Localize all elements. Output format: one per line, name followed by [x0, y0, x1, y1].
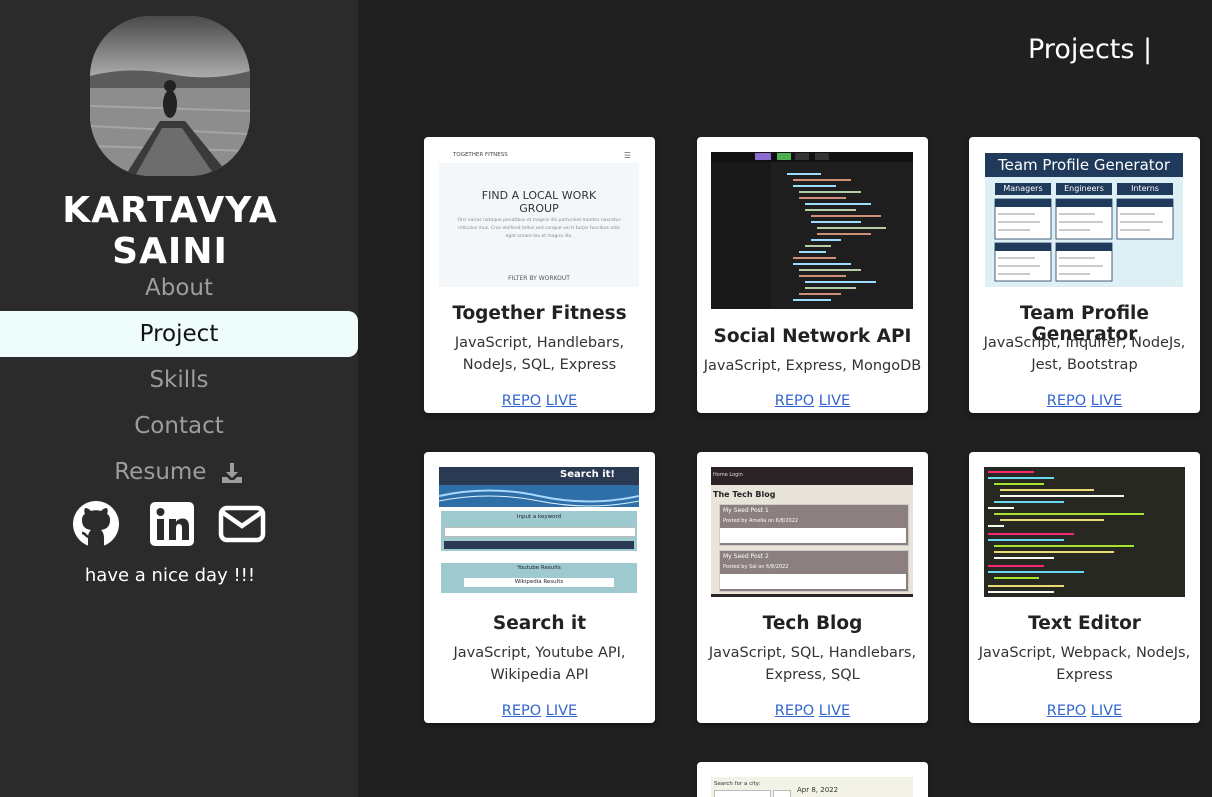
github-icon[interactable] — [72, 500, 120, 548]
project-title: Social Network API — [713, 326, 912, 347]
download-icon — [221, 462, 242, 483]
project-card-together-fitness: TOGETHER FITNESS ☰ FIND A LOCAL WORK GRO… — [424, 137, 655, 413]
profile-name: KARTAVYA SAINI — [62, 190, 278, 272]
live-link[interactable]: LIVE — [546, 703, 577, 719]
repo-link[interactable]: REPO — [502, 393, 541, 409]
nav-item-project[interactable]: Project — [0, 311, 358, 357]
thumb-date: Apr 8, 2022 — [797, 786, 839, 794]
live-link[interactable]: LIVE — [546, 393, 577, 409]
project-links: REPO LIVE — [697, 393, 928, 409]
project-links: REPO LIVE — [969, 703, 1200, 719]
project-links: REPO LIVE — [424, 703, 655, 719]
project-thumbnail: TOGETHER FITNESS ☰ FIND A LOCAL WORK GRO… — [439, 149, 639, 287]
repo-link[interactable]: REPO — [502, 703, 541, 719]
avatar-photo — [90, 16, 250, 176]
email-icon[interactable] — [218, 500, 266, 548]
thumb-youtube-label: Youtube Results — [517, 565, 561, 571]
live-link[interactable]: LIVE — [1091, 703, 1122, 719]
page-title: Projects | — [1028, 34, 1153, 65]
project-links: REPO LIVE — [424, 393, 655, 409]
thumb-nav: Home Login — [713, 472, 743, 478]
repo-link[interactable]: REPO — [775, 393, 814, 409]
nav-item-resume[interactable]: Resume — [0, 449, 358, 495]
nav-item-resume-label: Resume — [114, 459, 207, 485]
code-editor-screenshot — [988, 471, 1144, 593]
thumb-post1-by: Posted by Amelia on 6/8/2022 — [723, 518, 799, 524]
project-tech: JavaScript, Express, MongoDB — [703, 358, 922, 374]
thumb-post1: My Seed Post 1 — [723, 507, 769, 514]
tagline: have a nice day !!! — [84, 565, 256, 586]
thumb-brand: TOGETHER FITNESS — [453, 152, 508, 158]
project-tech: JavaScript, Handlebars, NodeJs, SQL, Exp… — [454, 335, 625, 373]
project-thumbnail: Home Login The Tech Blog My Seed Post 1 … — [711, 467, 913, 597]
project-thumbnail: Search it! Input a keyword Youtube Resul… — [439, 467, 639, 594]
project-card-social-network-api: Social Network API JavaScript, Express, … — [697, 137, 928, 413]
nav-item-about[interactable]: About — [0, 265, 358, 311]
project-thumbnail: Team Profile Generator Managers Engineer… — [985, 153, 1183, 287]
thumb-search-label: Search for a city: — [714, 781, 761, 787]
thumb-body: Orci varius natoque penatibus et magnis … — [457, 218, 621, 239]
project-tech: JavaScript, SQL, Handlebars, Express, SQ… — [708, 645, 917, 683]
live-link[interactable]: LIVE — [819, 393, 850, 409]
project-thumbnail: Search for a city: Apr 8, 2022 — [711, 777, 913, 797]
team-cards-graphic — [994, 198, 1174, 282]
project-card-search-it: Search it! Input a keyword Youtube Resul… — [424, 452, 655, 723]
project-card-weather: Search for a city: Apr 8, 2022 — [697, 762, 928, 797]
nav-item-contact[interactable]: Contact — [0, 403, 358, 449]
project-tech: JavaScript, Inquirer, NodeJs, Jest, Boot… — [983, 335, 1186, 373]
code-editor-screenshot — [711, 152, 913, 309]
project-title: Tech Blog — [762, 613, 863, 634]
project-title: Together Fitness — [452, 303, 627, 324]
project-title: Search it — [492, 613, 587, 634]
linkedin-icon[interactable] — [148, 500, 196, 548]
thumb-heading: FIND A LOCAL WORK GROUP — [481, 189, 597, 215]
project-links: REPO LIVE — [969, 393, 1200, 409]
thumb-post2: My Seed Post 2 — [723, 553, 769, 560]
project-card-text-editor: Text Editor JavaScript, Webpack, NodeJs,… — [969, 452, 1200, 723]
sidebar: KARTAVYA SAINI About Project Skills Cont… — [0, 0, 358, 797]
project-tech: JavaScript, Webpack, NodeJs, Express — [978, 645, 1191, 683]
avatar — [90, 16, 250, 176]
live-link[interactable]: LIVE — [1091, 393, 1122, 409]
project-card-tech-blog: Home Login The Tech Blog My Seed Post 1 … — [697, 452, 928, 723]
thumb-heading: The Tech Blog — [713, 490, 776, 499]
thumb-post2-by: Posted by Sal on 6/8/2022 — [723, 564, 789, 570]
project-card-team-profile-generator: Team Profile Generator Managers Engineer… — [969, 137, 1200, 413]
project-links: REPO LIVE — [697, 703, 928, 719]
project-title: Text Editor — [1028, 613, 1141, 634]
project-tech: JavaScript, Youtube API, Wikipedia API — [453, 645, 626, 683]
project-thumbnail — [984, 467, 1185, 597]
thumb-footer: FILTER BY WORKOUT — [508, 275, 570, 282]
thumb-wiki-label: Wikipedia Results — [464, 578, 614, 587]
repo-link[interactable]: REPO — [775, 703, 814, 719]
live-link[interactable]: LIVE — [819, 703, 850, 719]
main-nav: About Project Skills Contact Resume — [0, 265, 358, 495]
thumb-header: Search it! — [560, 469, 615, 480]
thumb-input-label: Input a keyword — [516, 514, 562, 520]
project-thumbnail — [711, 152, 913, 309]
banner-graphic — [439, 485, 639, 507]
menu-icon: ☰ — [623, 151, 631, 160]
repo-link[interactable]: REPO — [1047, 703, 1086, 719]
repo-link[interactable]: REPO — [1047, 393, 1086, 409]
nav-item-skills[interactable]: Skills — [0, 357, 358, 403]
